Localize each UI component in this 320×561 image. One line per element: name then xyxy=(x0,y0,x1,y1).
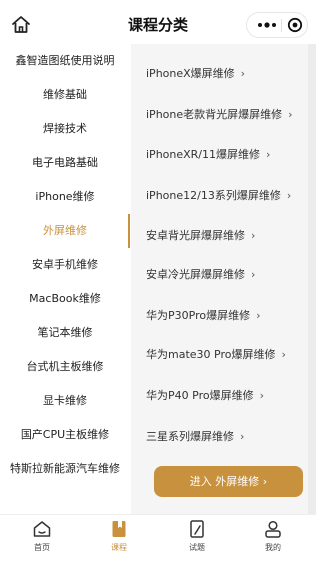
sidebar-item-iphone-repair[interactable]: iPhone维修 xyxy=(0,180,130,214)
list-item[interactable]: iPhoneXR/11爆屏维修 › xyxy=(146,143,270,167)
list-item[interactable]: 华为mate30 Pro爆屏维修 › xyxy=(146,343,286,367)
tab-home-label: 首页 xyxy=(34,543,50,552)
chevron-right-icon: › xyxy=(259,389,264,402)
sidebar-item-desktop-board[interactable]: 台式机主板维修 xyxy=(0,350,130,384)
list-item-label: 华为mate30 Pro爆屏维修 xyxy=(146,348,276,361)
list-item-label: 三星系列爆屏维修 xyxy=(146,430,234,443)
list-item[interactable]: iPhone老款背光屏爆屏维修 › xyxy=(146,103,293,127)
nav-header: 课程分类 xyxy=(0,0,316,48)
sidebar-item-repair-basics[interactable]: 维修基础 xyxy=(0,78,130,112)
home-tab-icon xyxy=(32,519,52,539)
list-item-label: 安卓冷光屏爆屏维修 xyxy=(146,268,245,281)
list-item[interactable]: 安卓冷光屏爆屏维修 › xyxy=(146,263,255,287)
sidebar-item-drawing-guide[interactable]: 鑫智造图纸使用说明 xyxy=(0,44,130,78)
category-sidebar: 鑫智造图纸使用说明 维修基础 焊接技术 电子电路基础 iPhone维修 外屏维修… xyxy=(0,44,130,514)
tab-home[interactable]: 首页 xyxy=(12,519,72,559)
list-item[interactable]: 华为P40 Pro爆屏维修 › xyxy=(146,384,264,408)
sidebar-item-screen-repair[interactable]: 外屏维修 xyxy=(0,214,130,248)
chevron-right-icon: › xyxy=(266,148,271,161)
tab-courses[interactable]: 课程 xyxy=(89,519,149,559)
list-item-label: 华为P30Pro爆屏维修 xyxy=(146,309,251,322)
sidebar-item-tesla-ev[interactable]: 特斯拉新能源汽车维修 xyxy=(0,452,130,486)
tab-profile[interactable]: 我的 xyxy=(243,519,303,559)
list-item[interactable]: 安卓背光屏爆屏维修 › xyxy=(146,224,255,248)
bottom-tab-bar: 首页 课程 试题 我的 xyxy=(0,514,316,561)
list-item-label: iPhoneXR/11爆屏维修 xyxy=(146,148,261,161)
list-item-label: iPhone老款背光屏爆屏维修 xyxy=(146,108,283,121)
list-item-label: 华为P40 Pro爆屏维修 xyxy=(146,389,254,402)
tab-exams-label: 试题 xyxy=(189,543,205,552)
course-list-panel: iPhoneX爆屏维修 › iPhone老款背光屏爆屏维修 › iPhoneXR/1… xyxy=(131,44,308,514)
app-screen: 课程分类 鑫智造图纸使用说明 维修基础 焊接技术 电子电路基础 iPhone维修… xyxy=(0,0,316,561)
chevron-right-icon: › xyxy=(286,189,292,202)
course-book-icon xyxy=(109,519,129,539)
tab-courses-label: 课程 xyxy=(111,543,127,552)
more-dots-icon[interactable] xyxy=(255,17,279,33)
target-icon[interactable] xyxy=(287,17,303,33)
sidebar-item-gpu-repair[interactable]: 显卡维修 xyxy=(0,384,130,418)
capsule-divider xyxy=(281,19,282,32)
tab-profile-label: 我的 xyxy=(265,543,281,552)
exam-paper-icon xyxy=(187,519,207,539)
list-item-label: iPhoneX爆屏维修 xyxy=(146,67,235,80)
list-item[interactable]: 三星系列爆屏维修 › xyxy=(146,425,244,449)
enter-category-button[interactable]: 进入 外屏维修 › xyxy=(154,466,303,497)
mini-program-capsule xyxy=(246,12,308,38)
chevron-right-icon: › xyxy=(288,108,293,121)
chevron-right-icon: › xyxy=(240,430,245,443)
sidebar-item-circuit-basics[interactable]: 电子电路基础 xyxy=(0,146,130,180)
list-item-label: 安卓背光屏爆屏维修 xyxy=(146,229,245,242)
list-item[interactable]: iPhone12/13系列爆屏维修 › xyxy=(146,184,291,208)
chevron-right-icon: › xyxy=(251,268,256,281)
tab-exams[interactable]: 试题 xyxy=(167,519,227,559)
list-item-label: iPhone12/13系列爆屏维修 xyxy=(146,189,281,202)
sidebar-item-welding[interactable]: 焊接技术 xyxy=(0,112,130,146)
scroll-edge xyxy=(308,44,316,514)
sidebar-item-android-repair[interactable]: 安卓手机维修 xyxy=(0,248,130,282)
chevron-right-icon: › xyxy=(281,348,286,361)
list-item[interactable]: iPhoneX爆屏维修 › xyxy=(146,62,245,86)
list-item[interactable]: 华为P30Pro爆屏维修 › xyxy=(146,304,261,328)
sidebar-item-domestic-cpu[interactable]: 国产CPU主板维修 xyxy=(0,418,130,452)
chevron-right-icon: › xyxy=(251,229,256,242)
sidebar-item-macbook-repair[interactable]: MacBook维修 xyxy=(0,282,130,316)
chevron-right-icon: › xyxy=(256,309,261,322)
sidebar-item-laptop-repair[interactable]: 笔记本维修 xyxy=(0,316,130,350)
user-icon xyxy=(263,519,283,539)
chevron-right-icon: › xyxy=(240,67,246,80)
